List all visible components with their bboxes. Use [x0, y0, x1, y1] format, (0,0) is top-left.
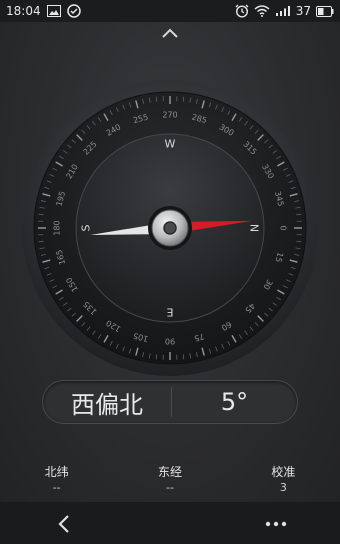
calibration-label: 校准 [271, 465, 296, 479]
hub-pin [163, 221, 177, 235]
signal-icon [275, 5, 291, 17]
tick-mark [296, 213, 302, 216]
cardinal-label-n: N [248, 224, 261, 232]
latitude-column: 北纬 -- [0, 464, 113, 502]
heading-degrees: 5° [220, 388, 249, 416]
calibration-value: 3 [279, 481, 287, 494]
status-time: 18:04 [6, 4, 41, 18]
image-icon [46, 5, 61, 17]
longitude-value: -- [166, 481, 174, 494]
check-circle-icon [66, 4, 81, 18]
location-info: 北纬 -- 东经 -- 校准 3 [0, 464, 340, 502]
more-dots-icon [265, 521, 287, 527]
calibration-column[interactable]: 校准 3 [227, 464, 340, 502]
cardinal-label-s: S [80, 224, 93, 231]
degree-label: 90 [165, 337, 175, 346]
alarm-clock-icon [235, 4, 249, 18]
tick-mark [182, 354, 185, 360]
heading-readout: 西偏北 5° [42, 380, 298, 424]
tick-mark [155, 354, 158, 360]
latitude-label: 北纬 [44, 465, 69, 479]
collapse-chevron-button[interactable] [157, 22, 183, 44]
battery-level: 37 [295, 4, 311, 18]
cardinal-label-e: E [166, 306, 173, 319]
chevron-up-icon [162, 28, 178, 38]
wifi-icon [254, 5, 270, 17]
degree-label: 270 [162, 111, 177, 120]
tick-mark [38, 240, 44, 243]
cardinal-label-w: W [165, 138, 176, 151]
more-options-button[interactable] [262, 516, 290, 530]
navigation-bar [0, 502, 340, 544]
tick-mark [182, 96, 185, 102]
tick-mark [296, 240, 302, 243]
back-button[interactable] [52, 512, 76, 536]
longitude-column: 东经 -- [113, 464, 226, 502]
degree-label: 180 [53, 220, 62, 235]
tick-mark [155, 96, 158, 102]
back-chevron-icon [58, 515, 69, 533]
status-bar: 18:04 37 [0, 0, 340, 22]
longitude-label: 东经 [157, 465, 182, 479]
degree-label: 0 [279, 225, 288, 230]
tick-mark [38, 213, 44, 216]
latitude-value: -- [52, 481, 61, 494]
compass-dial: 0153045607590105120135150165180195210225… [22, 80, 318, 376]
heading-direction: 西偏北 [71, 390, 143, 419]
battery-icon [316, 5, 334, 17]
